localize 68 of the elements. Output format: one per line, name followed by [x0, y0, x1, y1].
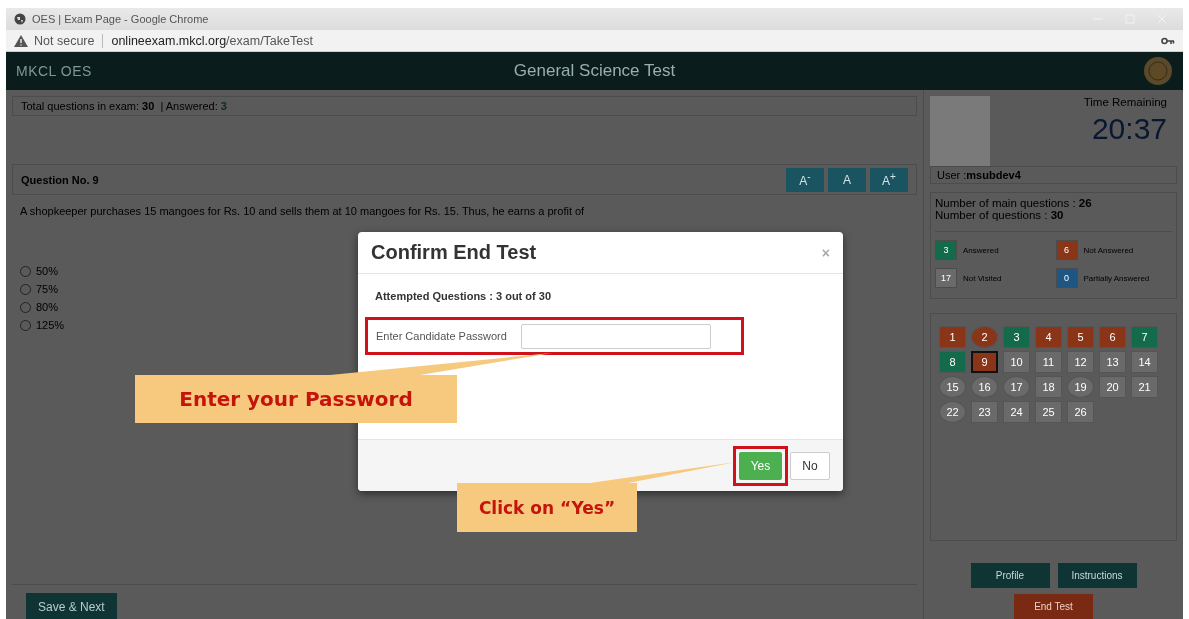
question-number-button[interactable]: 24 — [1003, 401, 1030, 423]
question-text: A shopkeeper purchases 15 mangoes for Rs. 10 and sells them at 10 mangoes for Rs. 15. Thus, he earns a profit of — [12, 194, 917, 227]
question-number-button[interactable]: 16 — [971, 376, 998, 398]
save-next-button[interactable]: Save & Next — [26, 593, 117, 619]
emblem-icon — [1143, 56, 1173, 86]
option-label: 75% — [36, 283, 59, 295]
question-number-button[interactable]: 4 — [1035, 326, 1062, 348]
question-number-button[interactable]: 7 — [1131, 326, 1158, 348]
status-label: Answered — [963, 245, 999, 255]
timer-value: 20:37 — [1090, 112, 1167, 146]
end-test-button[interactable]: End Test — [1014, 594, 1093, 619]
question-number-button[interactable]: 2 — [971, 326, 998, 348]
font-size-button[interactable]: A$^{+}$ — [870, 167, 908, 192]
question-number-button[interactable]: 19 — [1067, 376, 1094, 398]
question-number-button[interactable]: 15 — [939, 376, 966, 398]
warning-icon[interactable] — [14, 34, 28, 47]
question-number-button[interactable]: 13 — [1099, 351, 1126, 373]
option-label: 125% — [36, 319, 65, 331]
url-text[interactable]: onlineexam.mkcl.org/exam/TakeTest — [111, 33, 313, 48]
password-field[interactable] — [520, 323, 711, 349]
side-button[interactable]: Instructions — [1057, 563, 1137, 588]
status-label: Not Answered — [1083, 245, 1134, 255]
status-count: 6 — [1055, 240, 1078, 260]
question-number-button[interactable]: 12 — [1067, 351, 1094, 373]
question-number-button[interactable]: 9 — [971, 351, 998, 373]
key-icon[interactable] — [1161, 36, 1175, 45]
question-number-button[interactable]: 8 — [939, 351, 966, 373]
question-number-button[interactable]: 21 — [1131, 376, 1158, 398]
question-number-button[interactable]: 5 — [1067, 326, 1094, 348]
exam-title: General Science Test — [513, 61, 676, 80]
question-number-button[interactable]: 14 — [1131, 351, 1158, 373]
option-label: 50% — [36, 265, 59, 277]
option-label: 80% — [36, 301, 59, 313]
font-size-button[interactable]: A — [828, 167, 866, 192]
status-count: 0 — [1055, 268, 1078, 288]
question-number-button[interactable]: 20 — [1099, 376, 1126, 398]
timer-label: Time Remaining — [1083, 96, 1167, 108]
globe-icon — [14, 13, 26, 25]
dialog-title: Confirm End Test — [371, 241, 537, 264]
password-label: Enter Candidate Password — [376, 330, 507, 342]
status-count: 3 — [935, 240, 957, 260]
question-number-button[interactable]: 23 — [971, 401, 998, 423]
question-number-button[interactable]: 11 — [1035, 351, 1062, 373]
side-button[interactable]: Profile — [970, 563, 1050, 588]
security-label[interactable]: Not secure — [34, 33, 95, 48]
user-info: User :msubdev4 — [930, 166, 1177, 184]
status-label: Not Visited — [963, 273, 1002, 283]
main-questions-count: Number of main questions : 26 — [935, 197, 1093, 209]
logo: MKCL OES — [16, 63, 92, 79]
font-size-button[interactable]: A$^{-}$ — [786, 167, 824, 192]
status-label: Partially Answered — [1083, 273, 1150, 283]
exam-summary: Total questions in exam: 30 | Answered: 3 — [12, 96, 917, 116]
questions-count: Number of questions : 30 — [935, 209, 1065, 221]
question-number-button[interactable]: 3 — [1003, 326, 1030, 348]
question-number-button[interactable]: 1 — [939, 326, 966, 348]
question-number-button[interactable]: 6 — [1099, 326, 1126, 348]
question-number-button[interactable]: 22 — [939, 401, 966, 423]
question-number-button[interactable]: 25 — [1035, 401, 1062, 423]
question-number-button[interactable]: 17 — [1003, 376, 1030, 398]
question-number-button[interactable]: 26 — [1067, 401, 1094, 423]
question-number-button[interactable]: 10 — [1003, 351, 1030, 373]
question-number-button[interactable]: 18 — [1035, 376, 1062, 398]
status-count: 17 — [935, 268, 957, 288]
question-heading: Question No. 9 — [21, 173, 99, 186]
window-title: OES | Exam Page - Google Chrome — [32, 13, 209, 25]
photo-placeholder — [930, 96, 990, 166]
attempted-summary: Attempted Questions : 3 out of 30 — [374, 290, 552, 302]
no-button[interactable]: No — [790, 451, 830, 480]
